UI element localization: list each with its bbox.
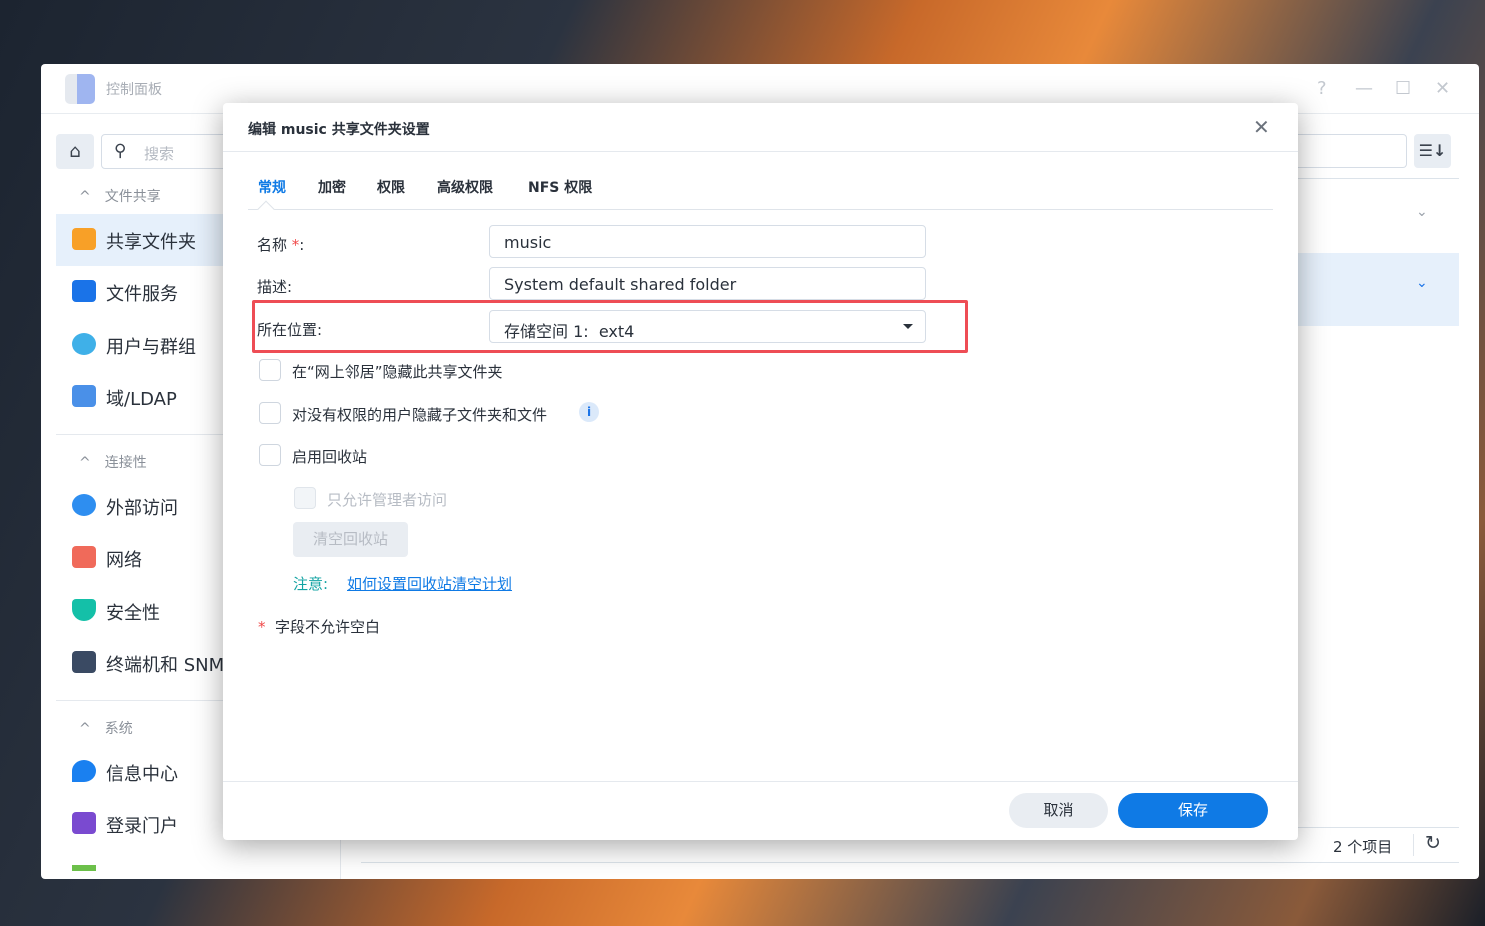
description-input[interactable]: System default shared folder xyxy=(489,267,926,300)
item-count: 2 个项目 xyxy=(1333,838,1393,856)
login-portal-icon xyxy=(72,812,96,834)
active-tab-indicator xyxy=(257,200,275,218)
checkbox-label: 只允许管理者访问 xyxy=(327,491,448,509)
empty-recycle-bin-button[interactable]: 清空回收站 xyxy=(293,522,408,557)
folder-icon xyxy=(72,228,96,250)
window-title: 控制面板 xyxy=(106,82,162,98)
save-button[interactable]: 保存 xyxy=(1118,793,1268,828)
hide-network-checkbox[interactable] xyxy=(259,359,281,381)
domain-icon xyxy=(72,385,96,407)
chevron-up-icon: ^ xyxy=(79,721,91,737)
help-icon[interactable]: ? xyxy=(1317,78,1327,99)
section-system[interactable]: ^ 系统 xyxy=(79,718,133,738)
section-file-sharing[interactable]: ^ 文件共享 xyxy=(79,186,161,206)
search-placeholder: 搜索 xyxy=(144,145,175,163)
sidebar-item-label: 网络 xyxy=(106,550,142,571)
terminal-icon xyxy=(72,651,96,673)
external-access-icon xyxy=(72,494,96,516)
chevron-up-icon: ^ xyxy=(79,189,91,205)
section-title: 系统 xyxy=(104,721,133,737)
users-icon xyxy=(72,333,96,355)
cancel-button[interactable]: 取消 xyxy=(1009,793,1108,828)
maximize-icon[interactable]: ☐ xyxy=(1395,78,1411,99)
sidebar-item-label: 信息中心 xyxy=(106,764,178,785)
sidebar-item-label: 安全性 xyxy=(106,603,160,624)
section-title: 连接性 xyxy=(104,455,147,471)
name-input[interactable]: music xyxy=(489,225,926,258)
home-button[interactable]: ⌂ xyxy=(56,134,94,169)
checkbox-label: 在“网上邻居”隐藏此共享文件夹 xyxy=(292,363,503,381)
list-row-selected[interactable]: ⌄ xyxy=(1291,253,1459,326)
minimize-icon[interactable]: — xyxy=(1355,78,1373,99)
info-icon xyxy=(72,760,96,782)
divider xyxy=(1413,834,1414,856)
sidebar-item-label: 用户与群组 xyxy=(106,337,196,358)
recycle-bin-schedule-link[interactable]: 如何设置回收站清空计划 xyxy=(347,573,512,594)
highlight-box xyxy=(252,300,968,353)
close-icon[interactable]: ✕ xyxy=(1435,78,1450,99)
sidebar-item-label: 外部访问 xyxy=(106,498,178,519)
hide-subfolders-checkbox[interactable] xyxy=(259,402,281,424)
checkbox-label: 启用回收站 xyxy=(292,448,368,466)
tab-permissions[interactable]: 权限 xyxy=(377,177,405,197)
section-title: 文件共享 xyxy=(104,189,161,205)
admin-only-checkbox[interactable] xyxy=(294,487,316,509)
tab-nfs-permissions[interactable]: NFS 权限 xyxy=(528,177,592,197)
divider xyxy=(1291,827,1459,828)
refresh-icon[interactable]: ↻ xyxy=(1425,832,1441,854)
sidebar-item-label: 终端机和 SNMP xyxy=(106,655,235,676)
divider xyxy=(223,781,1298,782)
name-label: 名称 *: xyxy=(257,236,305,254)
divider xyxy=(361,862,1459,863)
description-label: 描述: xyxy=(257,278,293,296)
tab-general[interactable]: 常规 xyxy=(258,177,286,197)
section-connectivity[interactable]: ^ 连接性 xyxy=(79,452,147,472)
chevron-down-icon[interactable]: ⌄ xyxy=(1416,204,1428,220)
info-icon[interactable]: i xyxy=(579,402,599,422)
tab-advanced-permissions[interactable]: 高级权限 xyxy=(437,177,493,197)
control-panel-icon xyxy=(65,74,95,104)
required-field-note: * 字段不允许空白 xyxy=(258,618,381,636)
tab-encryption[interactable]: 加密 xyxy=(318,177,346,197)
shield-icon xyxy=(72,599,96,621)
sidebar-item-label: 文件服务 xyxy=(106,284,178,305)
dialog-title: 编辑 music 共享文件夹设置 xyxy=(248,122,430,138)
network-house-icon xyxy=(72,546,96,568)
sort-button[interactable]: ☰↓ xyxy=(1414,134,1451,168)
file-services-icon xyxy=(72,280,96,302)
edit-shared-folder-dialog: 编辑 music 共享文件夹设置 ✕ 常规 加密 权限 高级权限 NFS 权限 … xyxy=(223,103,1298,840)
filter-input[interactable] xyxy=(1291,134,1407,168)
tab-divider xyxy=(248,209,1273,210)
divider xyxy=(223,151,1298,152)
search-icon: ⚲ xyxy=(114,141,127,161)
enable-recycle-bin-checkbox[interactable] xyxy=(259,444,281,466)
note-label: 注意: xyxy=(293,575,329,593)
checkbox-label: 对没有权限的用户隐藏子文件夹和文件 xyxy=(292,406,548,424)
sidebar-item-label: 登录门户 xyxy=(106,816,178,837)
divider xyxy=(1291,178,1459,179)
sidebar-item-label: 共享文件夹 xyxy=(106,232,196,253)
next-item-icon xyxy=(72,865,96,871)
divider xyxy=(340,834,341,879)
close-icon[interactable]: ✕ xyxy=(1253,115,1270,139)
chevron-up-icon: ^ xyxy=(79,455,91,471)
chevron-down-icon[interactable]: ⌄ xyxy=(1416,275,1428,291)
sidebar-item-label: 域/LDAP xyxy=(106,389,177,410)
